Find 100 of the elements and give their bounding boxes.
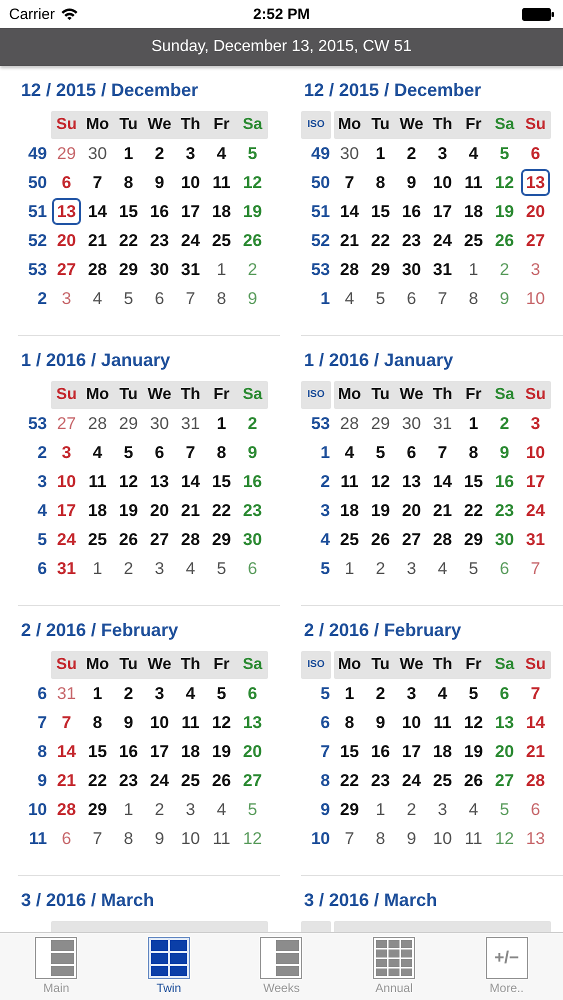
day-cell[interactable]: 31 [427, 411, 458, 436]
day-cell[interactable]: 19 [113, 498, 144, 523]
day-cell[interactable]: 8 [206, 286, 237, 311]
day-cell[interactable]: 16 [237, 469, 268, 494]
day-cell[interactable]: 7 [51, 710, 82, 735]
day-cell[interactable]: 28 [334, 411, 365, 436]
day-cell[interactable]: 31 [427, 257, 458, 282]
day-cell[interactable]: 6 [520, 141, 551, 166]
day-cell[interactable]: 7 [175, 286, 206, 311]
day-cell[interactable]: 24 [396, 768, 427, 793]
day-cell[interactable]: 15 [82, 739, 113, 764]
day-cell[interactable]: 11 [427, 710, 458, 735]
day-cell[interactable]: 6 [396, 286, 427, 311]
day-cell[interactable]: 3 [144, 681, 175, 706]
day-cell[interactable]: 3 [520, 257, 551, 282]
day-cell[interactable]: 5 [365, 286, 396, 311]
day-cell[interactable]: 18 [334, 498, 365, 523]
day-cell[interactable]: 5 [458, 556, 489, 581]
day-cell[interactable]: 26 [237, 228, 268, 253]
day-cell[interactable]: 25 [206, 228, 237, 253]
day-cell[interactable]: 1 [206, 257, 237, 282]
day-cell[interactable]: 13 [521, 169, 550, 196]
day-cell[interactable]: 15 [113, 199, 144, 224]
day-cell[interactable]: 26 [458, 768, 489, 793]
day-cell[interactable]: 18 [206, 199, 237, 224]
day-cell[interactable]: 4 [175, 556, 206, 581]
day-cell[interactable]: 30 [334, 141, 365, 166]
day-cell[interactable]: 26 [113, 527, 144, 552]
day-cell[interactable]: 7 [82, 170, 113, 195]
day-cell[interactable]: 18 [175, 739, 206, 764]
day-cell[interactable]: 29 [113, 411, 144, 436]
day-cell[interactable]: 10 [144, 710, 175, 735]
day-cell[interactable]: 25 [458, 228, 489, 253]
day-cell[interactable]: 3 [144, 556, 175, 581]
day-cell[interactable]: 16 [365, 739, 396, 764]
day-cell[interactable]: 4 [458, 797, 489, 822]
day-cell[interactable]: 6 [144, 286, 175, 311]
day-cell[interactable]: 4 [82, 440, 113, 465]
day-cell[interactable]: 7 [334, 826, 365, 851]
day-cell[interactable]: 30 [144, 411, 175, 436]
day-cell[interactable]: 1 [458, 411, 489, 436]
day-cell[interactable]: 12 [113, 469, 144, 494]
day-cell[interactable]: 30 [489, 527, 520, 552]
day-cell[interactable]: 13 [237, 710, 268, 735]
day-cell[interactable]: 17 [144, 739, 175, 764]
day-cell[interactable]: 13 [144, 469, 175, 494]
day-cell[interactable]: 22 [82, 768, 113, 793]
day-cell[interactable]: 21 [82, 228, 113, 253]
day-cell[interactable]: 2 [144, 141, 175, 166]
day-cell[interactable]: 1 [82, 556, 113, 581]
day-cell[interactable]: 24 [520, 498, 551, 523]
day-cell[interactable]: 30 [82, 141, 113, 166]
day-cell[interactable]: 3 [427, 141, 458, 166]
day-cell[interactable]: 31 [520, 527, 551, 552]
day-cell[interactable]: 10 [427, 826, 458, 851]
day-cell[interactable]: 1 [113, 141, 144, 166]
day-cell[interactable]: 13 [520, 826, 551, 851]
day-cell[interactable]: 14 [520, 710, 551, 735]
day-cell[interactable]: 21 [520, 739, 551, 764]
day-cell[interactable]: 29 [365, 257, 396, 282]
day-cell[interactable]: 17 [520, 469, 551, 494]
day-cell[interactable]: 2 [396, 141, 427, 166]
day-cell[interactable]: 20 [51, 228, 82, 253]
day-cell[interactable]: 4 [82, 286, 113, 311]
day-cell[interactable]: 1 [458, 257, 489, 282]
day-cell[interactable]: 2 [237, 411, 268, 436]
day-cell[interactable]: 15 [334, 739, 365, 764]
day-cell[interactable]: 25 [175, 768, 206, 793]
day-cell[interactable]: 7 [520, 556, 551, 581]
day-cell[interactable]: 23 [396, 228, 427, 253]
day-cell[interactable]: 25 [334, 527, 365, 552]
day-cell[interactable]: 8 [458, 440, 489, 465]
day-cell[interactable]: 8 [334, 710, 365, 735]
day-cell[interactable]: 5 [489, 141, 520, 166]
day-cell[interactable]: 3 [396, 681, 427, 706]
day-cell[interactable]: 6 [489, 681, 520, 706]
day-cell[interactable]: 7 [82, 826, 113, 851]
day-cell[interactable]: 7 [427, 440, 458, 465]
day-cell[interactable]: 9 [396, 170, 427, 195]
day-cell[interactable]: 3 [396, 556, 427, 581]
day-cell[interactable]: 11 [175, 710, 206, 735]
day-cell[interactable]: 21 [51, 768, 82, 793]
day-cell[interactable]: 13 [396, 469, 427, 494]
day-cell[interactable]: 19 [489, 199, 520, 224]
day-cell[interactable]: 27 [144, 527, 175, 552]
day-cell[interactable]: 11 [458, 170, 489, 195]
day-cell[interactable]: 22 [458, 498, 489, 523]
day-cell[interactable]: 23 [144, 228, 175, 253]
day-cell[interactable]: 6 [237, 681, 268, 706]
day-cell[interactable]: 16 [144, 199, 175, 224]
day-cell[interactable]: 29 [458, 527, 489, 552]
day-cell[interactable]: 14 [334, 199, 365, 224]
day-cell[interactable]: 12 [206, 710, 237, 735]
day-cell[interactable]: 26 [206, 768, 237, 793]
day-cell[interactable]: 3 [427, 797, 458, 822]
day-cell[interactable]: 27 [396, 527, 427, 552]
day-cell[interactable]: 28 [51, 797, 82, 822]
day-cell[interactable]: 16 [113, 739, 144, 764]
day-cell[interactable]: 17 [51, 498, 82, 523]
day-cell[interactable]: 28 [82, 411, 113, 436]
